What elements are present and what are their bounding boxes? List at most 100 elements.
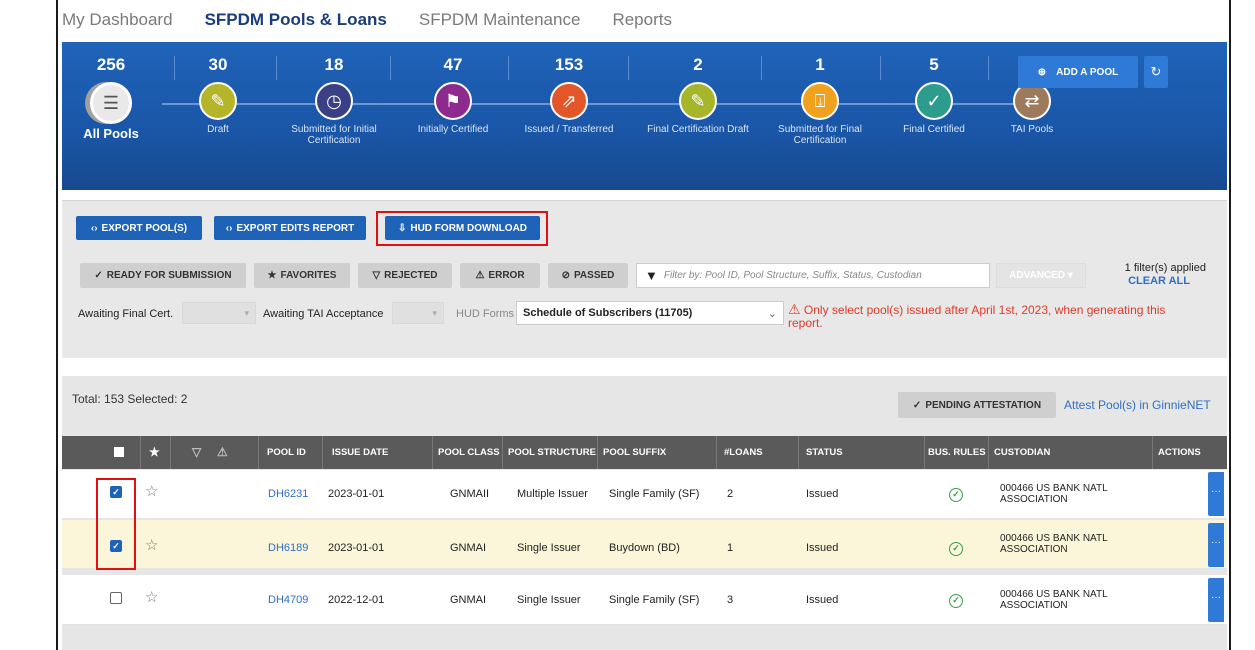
col-bus-rules[interactable]: BUS. RULES (928, 436, 986, 469)
code-icon: ‹› (90, 222, 98, 234)
chevron-down-icon: ▾ (1065, 270, 1073, 281)
table-row[interactable]: ✓ ☆ DH6189 2023-01-01 GNMAI Single Issue… (62, 520, 1227, 569)
col-pool-class[interactable]: POOL CLASS (438, 436, 500, 469)
star-outline-icon[interactable]: ☆ (145, 588, 158, 606)
pool-id-link[interactable]: DH4709 (268, 594, 308, 606)
column-divider (258, 436, 259, 469)
warning-text: Only select pool(s) issued after April 1… (788, 303, 1166, 330)
passed-button[interactable]: ⊘ PASSED (548, 263, 628, 288)
status: Issued (806, 594, 839, 606)
refresh-button[interactable]: ↻ (1144, 56, 1168, 88)
tab-sfpdm-maintenance[interactable]: SFPDM Maintenance (419, 10, 581, 40)
hud-forms-select[interactable]: Schedule of Subscribers (11705) ⌄ (516, 301, 784, 325)
hud-warning: ⚠ Only select pool(s) issued after April… (788, 302, 1200, 330)
stage-submitted-initial[interactable]: 18 ◷ Submitted for Initial Certification (279, 54, 389, 146)
stage-count: 256 (96, 55, 126, 74)
check-circle-icon: ✓ (949, 542, 963, 556)
add-pool-label: ADD A POOL (1056, 66, 1119, 78)
col-loans[interactable]: #LOANS (724, 436, 763, 469)
star-outline-icon[interactable]: ☆ (145, 536, 158, 554)
highlight-box (376, 211, 548, 246)
favorites-button[interactable]: ★ FAVORITES (254, 263, 350, 288)
col-issue-date[interactable]: ISSUE DATE (332, 436, 388, 469)
rejected-label: REJECTED (384, 270, 438, 281)
hud-selected-value: Schedule of Subscribers (11705) (523, 307, 693, 319)
actions-menu-button[interactable]: ··· (1208, 578, 1224, 622)
pool-id-link[interactable]: DH6231 (268, 488, 308, 500)
pending-attestation-button[interactable]: ✓ PENDING ATTESTATION (898, 392, 1056, 418)
table-row[interactable]: ☆ DH4709 2022-12-01 GNMAI Single Issuer … (62, 575, 1227, 625)
stage-all-pools[interactable]: 256 ☰ All Pools (56, 54, 166, 140)
export-pools-button[interactable]: ‹› EXPORT POOL(S) (76, 216, 202, 240)
actions-menu-button[interactable]: ··· (1208, 523, 1224, 567)
pool-id-link[interactable]: DH6189 (268, 542, 308, 554)
actions-menu-button[interactable]: ··· (1208, 472, 1224, 516)
column-divider (140, 436, 141, 469)
column-divider (924, 436, 925, 469)
col-pool-suffix[interactable]: POOL SUFFIX (603, 436, 666, 469)
stage-submitted-final[interactable]: 1 ⍗ Submitted for Final Certification (765, 54, 875, 146)
issue-date: 2023-01-01 (328, 488, 385, 500)
column-divider (597, 436, 598, 469)
code-icon: ‹› (225, 222, 233, 234)
top-nav: My Dashboard SFPDM Pools & Loans SFPDM M… (62, 10, 704, 40)
clear-all-link[interactable]: CLEAR ALL (1096, 275, 1206, 288)
export-edits-label: EXPORT EDITS REPORT (236, 222, 355, 234)
stage-issued-transferred[interactable]: 153 ⇗ Issued / Transferred (514, 54, 624, 135)
column-divider (502, 436, 503, 469)
selection-total: Total: 153 Selected: 2 (72, 392, 188, 406)
attest-pools-link[interactable]: Attest Pool(s) in GinnieNET (1064, 398, 1211, 412)
check-circle-icon: ✓ (949, 594, 963, 608)
divider (276, 56, 277, 80)
tab-my-dashboard[interactable]: My Dashboard (62, 10, 173, 40)
select-all-checkbox[interactable] (114, 436, 124, 469)
export-edits-button[interactable]: ‹› EXPORT EDITS REPORT (214, 216, 366, 240)
stage-count: 1 (815, 55, 825, 74)
col-custodian[interactable]: CUSTODIAN (994, 436, 1050, 469)
pool-structure: Single Issuer (517, 594, 581, 606)
chevron-down-icon: ▾ (244, 307, 249, 318)
ready-for-submission-button[interactable]: ✓ READY FOR SUBMISSION (80, 263, 246, 288)
custodian: 000466 US BANK NATL ASSOCIATION (1000, 533, 1108, 555)
col-status[interactable]: STATUS (806, 436, 843, 469)
ready-label: READY FOR SUBMISSION (106, 270, 232, 281)
add-pool-button[interactable]: ⊕ ADD A POOL (1018, 56, 1138, 88)
thumbs-down-icon: ▽ (372, 270, 381, 281)
stage-final-cert-draft[interactable]: 2 ✎ Final Certification Draft (643, 54, 753, 135)
stage-count: 47 (443, 55, 463, 74)
star-icon: ★ (149, 445, 160, 459)
rejected-button[interactable]: ▽ REJECTED (358, 263, 452, 288)
stage-label: Issued / Transferred (524, 124, 614, 135)
table-row[interactable]: ✓ ☆ DH6231 2023-01-01 GNMAII Multiple Is… (62, 470, 1227, 519)
stage-initially-certified[interactable]: 47 ⚑ Initially Certified (398, 54, 508, 135)
advanced-dropdown[interactable]: ADVANCED ▾ (996, 263, 1086, 288)
stage-final-certified[interactable]: 5 ✓ Final Certified (879, 54, 989, 135)
tab-sfpdm-pools-loans[interactable]: SFPDM Pools & Loans (205, 10, 387, 40)
error-button[interactable]: ⚠ ERROR (460, 263, 540, 288)
stage-count: 2 (693, 55, 703, 74)
divider (628, 56, 629, 80)
funnel-icon: ▼ (645, 268, 658, 283)
thumbs-up-icon: ✓ (915, 82, 953, 120)
pool-suffix: Single Family (SF) (609, 594, 700, 606)
tab-reports[interactable]: Reports (612, 10, 672, 40)
filter-input[interactable]: ▼ Filter by: Pool ID, Pool Structure, Su… (636, 263, 990, 288)
column-divider (988, 436, 989, 469)
stage-draft[interactable]: 30 ✎ Draft (163, 54, 273, 135)
table-header: ★ ▽ ⚠ POOL ID ISSUE DATE POOL CLASS POOL… (62, 436, 1227, 469)
col-pool-structure[interactable]: POOL STRUCTURE (508, 436, 596, 469)
stage-label: Submitted for Initial Certification (291, 124, 377, 146)
stage-label: TAI Pools (1010, 124, 1054, 135)
awaiting-final-select[interactable]: ▾ (182, 302, 256, 324)
export-pools-label: EXPORT POOL(S) (101, 222, 188, 234)
star-outline-icon[interactable]: ☆ (145, 482, 158, 500)
plus-circle-icon: ⊕ (1037, 66, 1047, 78)
row-checkbox[interactable] (110, 592, 122, 604)
edit-icon: ✎ (679, 82, 717, 120)
refresh-icon: ↻ (1150, 64, 1162, 79)
stage-label: Submitted for Final Certification (778, 124, 862, 146)
awaiting-tai-select[interactable]: ▾ (392, 302, 444, 324)
col-pool-id[interactable]: POOL ID (267, 436, 306, 469)
frame-border-right (1229, 0, 1231, 650)
pool-suffix: Buydown (BD) (609, 542, 680, 554)
